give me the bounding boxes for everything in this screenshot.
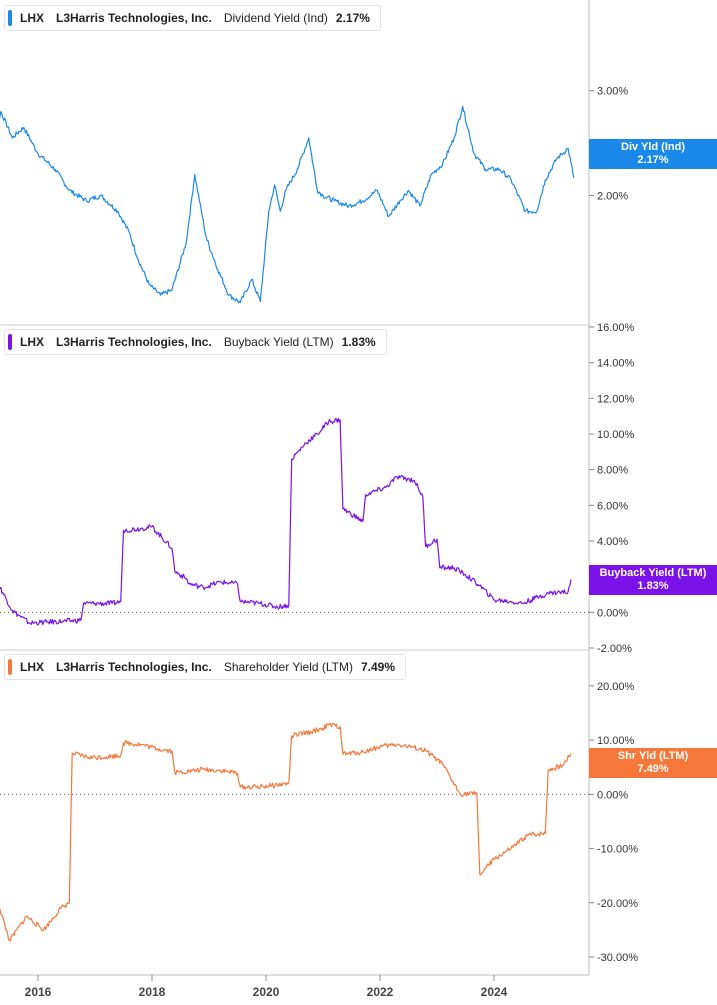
current-value-tag-buyback: Buyback Yield (LTM) 1.83% bbox=[589, 565, 717, 595]
x-tick-label: 2016 bbox=[25, 985, 52, 999]
legend-metric: Buyback Yield (LTM) bbox=[223, 335, 334, 349]
y-tick-label: 0.00% bbox=[597, 789, 628, 801]
y-tick-label: 14.00% bbox=[597, 358, 635, 370]
y-tick-label: 10.00% bbox=[597, 735, 635, 747]
legend-ticker: LHX bbox=[20, 335, 44, 349]
legend-swatch-shareholder bbox=[8, 659, 12, 675]
legend-value: 7.49% bbox=[361, 660, 396, 674]
tag-label: Shr Yld (LTM) bbox=[617, 750, 689, 762]
y-tick-label: -30.00% bbox=[597, 952, 638, 964]
y-tick-label: -20.00% bbox=[597, 898, 638, 910]
y-tick-label: 16.00% bbox=[597, 322, 635, 334]
series-line bbox=[0, 105, 575, 304]
legend-metric: Shareholder Yield (LTM) bbox=[223, 660, 353, 674]
y-tick-label: 4.00% bbox=[597, 536, 628, 548]
legend-company: L3Harris Technologies, Inc. bbox=[56, 660, 212, 674]
y-tick-label: 8.00% bbox=[597, 465, 628, 477]
y-tick-label: -10.00% bbox=[597, 844, 638, 856]
tag-label: Buyback Yield (LTM) bbox=[599, 567, 707, 579]
legend-metric: Dividend Yield (Ind) bbox=[223, 11, 328, 25]
legend-swatch-buyback bbox=[8, 334, 12, 350]
legend-value: 1.83% bbox=[341, 335, 376, 349]
legend-swatch-dividend bbox=[8, 10, 12, 26]
tag-value: 2.17% bbox=[637, 154, 669, 166]
legend-ticker: LHX bbox=[20, 660, 44, 674]
x-tick-label: 2018 bbox=[139, 985, 166, 999]
legend-value: 2.17% bbox=[335, 11, 370, 25]
legend-dividend-yield: LHX L3Harris Technologies, Inc. Dividend… bbox=[4, 5, 381, 31]
tag-label: Div Yld (Ind) bbox=[621, 141, 685, 153]
legend-company: L3Harris Technologies, Inc. bbox=[56, 11, 212, 25]
legend-buyback-yield: LHX L3Harris Technologies, Inc. Buyback … bbox=[4, 329, 387, 355]
tag-value: 1.83% bbox=[637, 580, 669, 592]
series-line bbox=[0, 417, 572, 626]
current-value-tag-dividend: Div Yld (Ind) 2.17% bbox=[589, 139, 717, 169]
y-tick-label: 12.00% bbox=[597, 393, 635, 405]
current-value-tag-shareholder: Shr Yld (LTM) 7.49% bbox=[589, 748, 717, 778]
y-tick-label: 20.00% bbox=[597, 681, 635, 693]
y-tick-label: 10.00% bbox=[597, 429, 635, 441]
y-tick-label: -2.00% bbox=[597, 643, 632, 655]
y-tick-label: 3.00% bbox=[597, 86, 628, 98]
x-tick-label: 2022 bbox=[367, 985, 394, 999]
x-tick-label: 2024 bbox=[481, 985, 508, 999]
legend-ticker: LHX bbox=[20, 11, 44, 25]
y-tick-label: 2.00% bbox=[597, 191, 628, 203]
y-tick-label: 6.00% bbox=[597, 500, 628, 512]
tag-value: 7.49% bbox=[637, 763, 669, 775]
series-line bbox=[0, 722, 572, 942]
legend-shareholder-yield: LHX L3Harris Technologies, Inc. Sharehol… bbox=[4, 654, 407, 680]
legend-company: L3Harris Technologies, Inc. bbox=[56, 335, 212, 349]
x-tick-label: 2020 bbox=[253, 985, 280, 999]
y-tick-label: 0.00% bbox=[597, 607, 628, 619]
